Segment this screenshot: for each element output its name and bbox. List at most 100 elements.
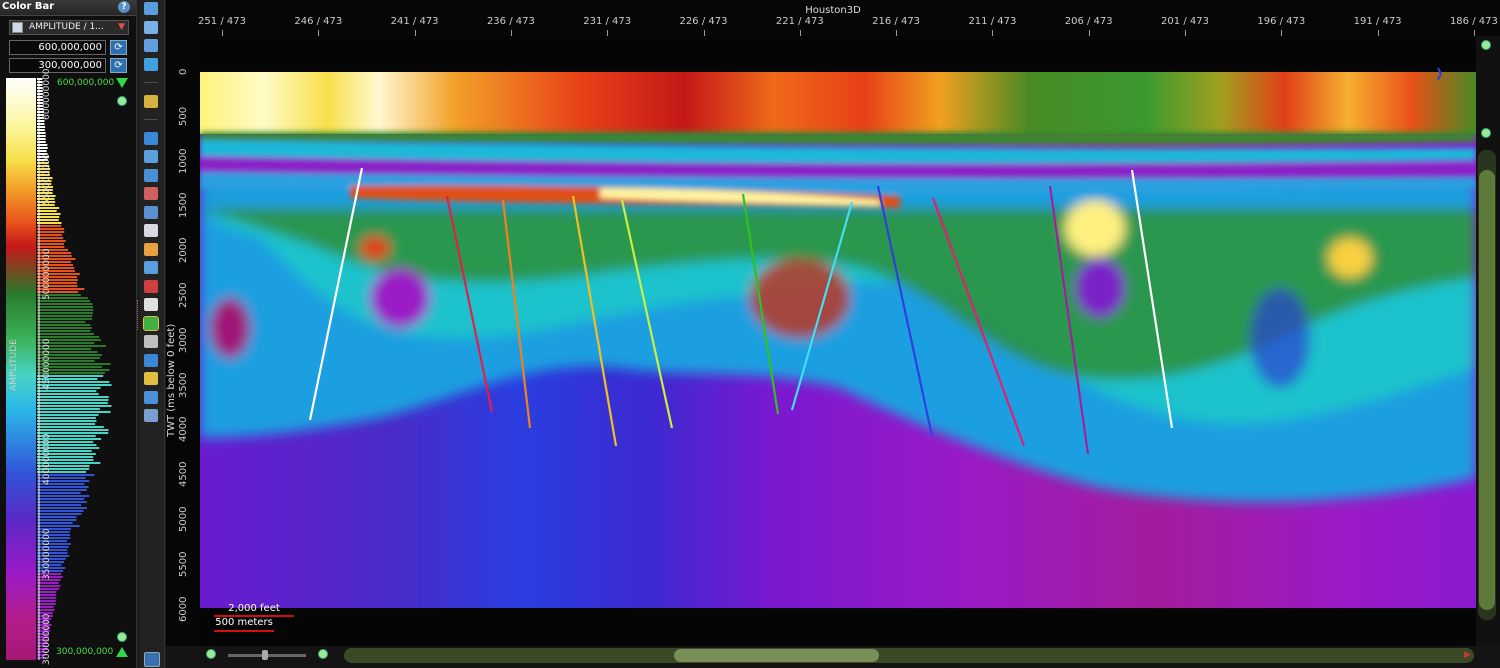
time-tick-label: 0 [178,68,189,75]
scale-line-meters [214,630,274,632]
inline-tick-label: 186 / 473 [1449,16,1498,27]
inline-tick-label: 211 / 473 [968,16,1017,27]
zoom-tool-icon[interactable] [144,39,158,52]
color-bar-tick-label: 400000000 [42,433,52,485]
inline-tick-label: 226 / 473 [679,16,728,27]
inline-tick [799,30,801,36]
time-tick-label: 2500 [178,282,189,308]
color-bar-axis-label: AMPLITUDE [8,339,19,391]
zoom-out-icon[interactable] [206,649,216,659]
measure-tool-icon[interactable] [144,205,158,219]
attribute-select[interactable]: AMPLITUDE / 1... ▼ [9,20,129,35]
attribute-icon [12,22,23,33]
color-bar-title: Color Bar [2,1,55,12]
inline-tick [414,30,416,36]
inline-tick [1088,30,1090,36]
seismic-view-icon[interactable] [143,315,159,331]
inline-tick [703,30,705,36]
export-tool-icon[interactable] [144,242,158,256]
vertical-scroll-thumb[interactable] [1479,170,1495,610]
zoom-slider-handle[interactable] [262,650,268,660]
zoom-in-icon[interactable] [117,632,127,642]
color-bar-panel: Color Bar ? AMPLITUDE / 1... ▼ ⟳ ⟳ 600,0… [0,0,137,668]
inline-tick-label: 206 / 473 [1064,16,1113,27]
min-handle[interactable] [116,647,128,657]
inline-tick-label: 236 / 473 [486,16,535,27]
scale-meters-label: 500 meters [215,617,273,628]
inline-tick [1473,30,1475,36]
inline-tick-label: 246 / 473 [294,16,343,27]
view-options-icon[interactable] [144,652,160,667]
zoom-in-icon[interactable] [318,649,328,659]
horizontal-scroll-thumb[interactable] [674,649,879,662]
rectangle-tool-icon[interactable] [144,353,158,367]
move-tool-icon[interactable] [144,131,158,145]
chevron-down-icon: ▼ [118,22,125,32]
time-axis-title: TWT (ms below 0 feet) [166,323,177,437]
inline-tick [1377,30,1379,36]
pick-tool-icon[interactable] [144,168,158,182]
refresh-max-button[interactable]: ⟳ [110,40,127,55]
tool-palette [140,0,165,668]
inline-tick-label: 231 / 473 [583,16,632,27]
edit-tool-icon[interactable] [144,187,158,200]
refresh-min-button[interactable]: ⟳ [110,58,127,73]
inline-axis: 251 / 473 246 / 473 241 / 473 236 / 473 231 … [166,14,1500,36]
color-bar-max-label: 600,000,000 [57,78,115,88]
time-tick-label: 1500 [178,192,189,219]
time-tick-label: 2000 [178,237,189,264]
refresh-icon: ⟳ [114,60,123,71]
flip-tool-icon[interactable] [144,150,158,163]
time-tick-label: 1000 [178,148,189,174]
zoom-in-icon[interactable] [117,96,127,106]
max-value-field[interactable] [9,40,106,55]
scale-bar: 2,000 feet 500 meters [214,603,294,632]
select-tool-icon[interactable] [144,20,158,34]
copy-tool-icon[interactable] [144,335,158,348]
image-tool-icon[interactable] [144,372,158,385]
link-tool-icon[interactable] [144,390,158,404]
zoom-in-icon[interactable] [1481,40,1491,50]
inline-tick [1281,30,1283,36]
inline-tick-label: 201 / 473 [1161,16,1209,27]
inline-tick [510,30,512,36]
help-icon[interactable]: ? [118,1,130,13]
time-tick-label: 4500 [178,461,189,488]
color-bar-tick-label: 550000000 [42,153,52,205]
inline-tick-label: 216 / 473 [872,16,921,27]
inline-tick [992,30,994,36]
color-bar-header: Color Bar ? [0,0,136,16]
min-value-field[interactable] [9,58,106,73]
time-tick-label: 3500 [178,372,189,398]
attribute-select-value: AMPLITUDE / 1... [29,22,104,32]
max-handle[interactable] [116,78,128,88]
horizontal-scrollbar[interactable] [344,648,1474,663]
time-tick-label: 5500 [178,551,189,577]
color-bar-tick-label: 450000000 [42,338,52,390]
zoom-out-icon[interactable] [1481,128,1491,138]
refresh-icon: ⟳ [114,42,123,53]
time-tick-label: 5000 [178,506,189,532]
pointer-tool-icon[interactable] [144,2,158,15]
separator-icon [144,119,158,122]
separator-icon [144,82,158,85]
color-bar-tick-label: 600000000 [42,68,52,120]
map-tool-icon[interactable] [144,94,158,108]
seismic-section-viewer: Houston3D 251 / 473 246 / 473 241 / 473 236… [166,0,1500,668]
seismic-section[interactable] [200,38,1476,646]
scroll-right-icon[interactable]: ▶ [1464,650,1471,660]
time-tick-label: 500 [178,106,189,126]
inline-tick-label: 221 / 473 [775,16,824,27]
time-tick-label: 3000 [178,327,189,353]
tint-tool-icon[interactable] [144,298,158,311]
flag-tool-icon[interactable] [144,279,158,293]
inline-tick [607,30,609,36]
layers-tool-icon[interactable] [144,224,158,237]
scale-feet-label: 2,000 feet [228,603,280,614]
settings-tool-icon[interactable] [144,409,158,422]
refresh-tool-icon[interactable] [144,57,158,71]
color-bar-tick-label: 300000000 [42,613,52,665]
paint-tool-icon[interactable] [144,261,158,274]
inline-tick-label: 251 / 473 [198,16,246,27]
inline-tick [1185,30,1186,36]
